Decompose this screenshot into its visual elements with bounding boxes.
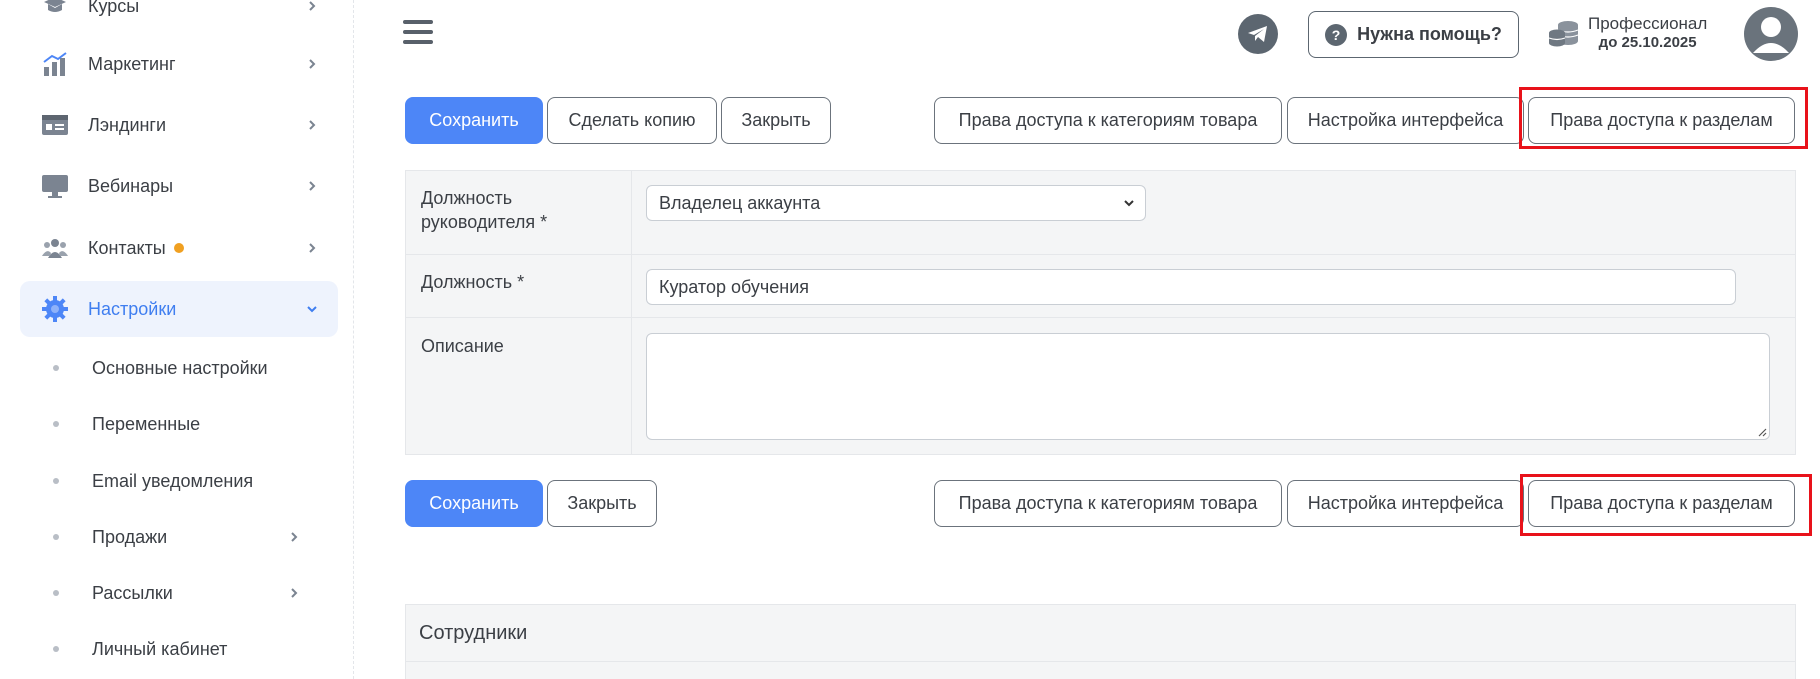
chart-bars-icon <box>40 49 70 79</box>
save-button-bottom[interactable]: Сохранить <box>405 480 543 527</box>
browser-window-icon <box>40 110 70 140</box>
form-row-position: Должность * <box>406 255 1795 318</box>
field-label-line: руководителя * <box>421 212 548 232</box>
chevron-down-icon <box>1124 200 1134 207</box>
bullet-icon <box>53 478 59 484</box>
interface-settings-button-bottom[interactable]: Настройка интерфейса <box>1287 480 1524 527</box>
chevron-right-icon <box>291 532 298 542</box>
field-label: Описание <box>421 336 504 356</box>
form-row-manager-position: Должность руководителя * Владелец аккаун… <box>406 171 1795 255</box>
sidebar-subitem-personal-cabinet[interactable]: Личный кабинет <box>20 629 320 669</box>
form-row-description: Описание <box>406 318 1795 455</box>
chevron-right-icon <box>309 243 316 253</box>
position-input[interactable] <box>646 269 1736 305</box>
telegram-icon <box>1248 26 1267 42</box>
employees-title: Сотрудники <box>406 605 1795 662</box>
sidebar-subitem-label: Рассылки <box>92 582 173 603</box>
chevron-right-icon <box>291 588 298 598</box>
employees-panel: Сотрудники <box>405 604 1796 679</box>
help-button-label: Нужна помощь? <box>1357 24 1502 44</box>
sidebar-subitem-mailings[interactable]: Рассылки <box>20 573 320 613</box>
user-avatar-icon <box>1753 17 1789 53</box>
resize-grip-icon[interactable] <box>1757 427 1767 437</box>
column-divider <box>631 255 632 317</box>
sidebar-item-marketing[interactable]: Маркетинг <box>20 36 338 92</box>
product-category-access-button[interactable]: Права доступа к категориям товара <box>934 97 1282 144</box>
bullet-icon <box>53 421 59 427</box>
chevron-right-icon <box>309 1 316 11</box>
column-divider <box>631 318 632 455</box>
sidebar-subitem-label: Email уведомления <box>92 470 254 491</box>
bullet-icon <box>53 646 59 652</box>
hamburger-line <box>403 20 433 24</box>
notification-dot <box>173 243 184 253</box>
sidebar-item-label: Настройки <box>88 298 177 319</box>
sidebar-subitem-label: Основные настройки <box>92 357 268 378</box>
plan-info[interactable]: Профессионал до 25.10.2025 <box>1548 14 1707 52</box>
sidebar-item-label: Маркетинг <box>88 53 176 74</box>
hamburger-line <box>403 30 433 34</box>
sidebar-subitem-variables[interactable]: Переменные <box>20 404 320 444</box>
close-button[interactable]: Закрыть <box>721 97 831 144</box>
gear-icon <box>40 294 70 324</box>
sidebar-subitem-email-notifications[interactable]: Email уведомления <box>20 461 320 501</box>
chevron-down-icon <box>307 306 317 313</box>
bullet-icon <box>53 590 59 596</box>
sidebar-item-landings[interactable]: Лэндинги <box>20 97 338 153</box>
hamburger-line <box>403 40 433 44</box>
sidebar-item-label: Курсы <box>88 0 140 16</box>
bullet-icon <box>53 365 59 371</box>
manager-position-select[interactable]: Владелец аккаунта <box>646 185 1146 221</box>
sidebar: Курсы Маркетинг Лэндинги Вебинары Контак… <box>0 0 354 679</box>
user-avatar[interactable] <box>1744 7 1798 61</box>
users-icon <box>40 233 70 263</box>
close-button-bottom[interactable]: Закрыть <box>547 480 657 527</box>
column-divider <box>631 171 632 254</box>
sidebar-item-label: Лэндинги <box>88 114 167 135</box>
coins-icon <box>1548 21 1579 47</box>
sidebar-item-webinars[interactable]: Вебинары <box>20 158 338 214</box>
sidebar-item-contacts[interactable]: Контакты <box>20 220 338 276</box>
graduation-cap-icon <box>40 0 70 21</box>
field-label-line: Должность <box>421 188 513 208</box>
sidebar-subitem-sales[interactable]: Продажи <box>20 517 320 557</box>
chevron-right-icon <box>309 59 316 69</box>
sidebar-item-courses[interactable]: Курсы <box>20 0 338 34</box>
position-form: Должность руководителя * Владелец аккаун… <box>405 170 1796 455</box>
plan-expiry-date: до 25.10.2025 <box>1598 34 1697 51</box>
select-value: Владелец аккаунта <box>659 192 821 213</box>
help-button[interactable]: ? Нужна помощь? <box>1308 11 1519 58</box>
sidebar-item-label: Вебинары <box>88 175 174 196</box>
bullet-icon <box>53 534 59 540</box>
description-textarea[interactable] <box>646 333 1770 440</box>
product-category-access-button-bottom[interactable]: Права доступа к категориям товара <box>934 480 1282 527</box>
sidebar-item-settings[interactable]: Настройки <box>20 281 338 337</box>
sidebar-subitem-label: Личный кабинет <box>92 638 228 659</box>
chevron-right-icon <box>309 120 316 130</box>
monitor-icon <box>40 171 70 201</box>
highlight-box <box>1520 474 1812 536</box>
sidebar-subitem-label: Продажи <box>92 526 168 547</box>
menu-toggle-button[interactable] <box>403 20 433 46</box>
make-copy-button[interactable]: Сделать копию <box>547 97 717 144</box>
chevron-right-icon <box>309 181 316 191</box>
interface-settings-button[interactable]: Настройка интерфейса <box>1287 97 1524 144</box>
telegram-button[interactable] <box>1238 14 1278 54</box>
highlight-box <box>1519 87 1808 149</box>
field-label: Должность руководителя * <box>421 186 547 234</box>
field-label: Должность * <box>421 272 525 292</box>
save-button[interactable]: Сохранить <box>405 97 543 144</box>
sidebar-subitem-main-settings[interactable]: Основные настройки <box>20 348 320 388</box>
sidebar-subitem-label: Переменные <box>92 413 201 434</box>
question-circle-icon: ? <box>1325 23 1348 46</box>
sidebar-item-label: Контакты <box>88 237 166 258</box>
plan-name: Профессионал <box>1588 14 1708 33</box>
